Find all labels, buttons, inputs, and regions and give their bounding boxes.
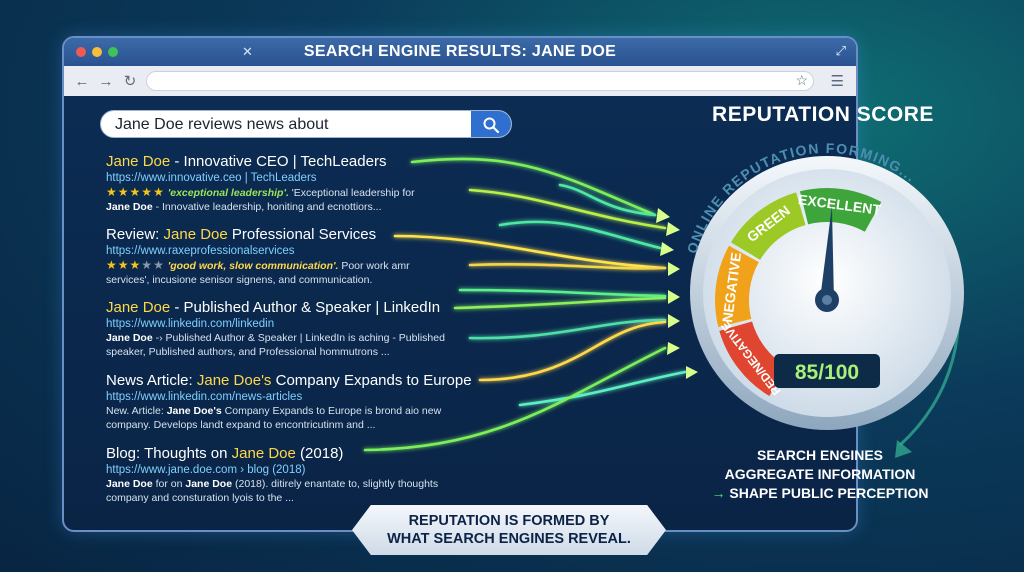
reputation-score-title: REPUTATION SCORE <box>712 103 934 126</box>
score-value: 85/100 <box>795 361 859 384</box>
flow-arrow <box>410 157 657 217</box>
flow-arrow <box>453 296 667 310</box>
flow-arrow <box>498 220 662 250</box>
flow-arrow <box>468 318 667 340</box>
info-line: → SHAPE PUBLIC PERCEPTION <box>711 485 929 501</box>
flow-arrow <box>558 183 657 217</box>
reputation-gauge: RED/NEGATIVENEGATIVEGREEN EXCELLENT ONLIN… <box>684 140 964 430</box>
flow-arrow <box>458 288 667 298</box>
banner-line: WHAT SEARCH ENGINES REVEAL. <box>387 531 631 547</box>
flow-arrow <box>393 234 667 270</box>
message-banner: REPUTATION IS FORMED BY WHAT SEARCH ENGI… <box>352 505 666 555</box>
info-line: SEARCH ENGINES <box>756 447 884 463</box>
info-line: AGGREGATE INFORMATION <box>724 466 916 482</box>
arrow-icon: → <box>711 485 726 501</box>
flow-arrow <box>363 346 667 452</box>
banner-line: REPUTATION IS FORMED BY <box>408 513 610 529</box>
info-text: SEARCH ENGINES AGGREGATE INFORMATION → S… <box>700 446 940 503</box>
flow-arrow <box>468 188 667 230</box>
